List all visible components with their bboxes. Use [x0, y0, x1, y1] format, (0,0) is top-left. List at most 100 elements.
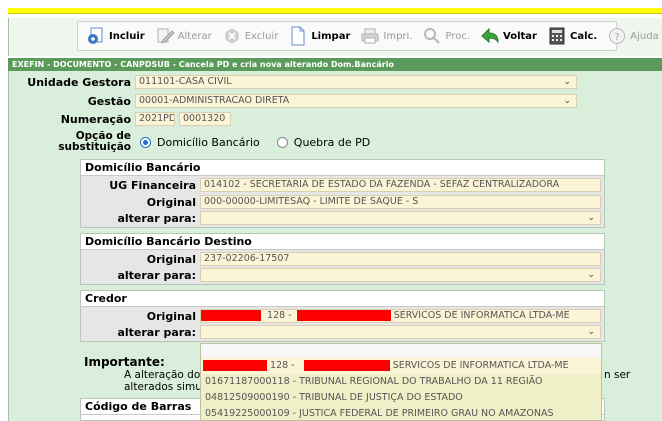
gestao-label: Gestão [87, 94, 131, 108]
unidade-gestora-row: Unidade Gestora 011101-CASA CIVIL ⌄ [10, 75, 577, 89]
destino-original-row: Original 237-02206-17507 [80, 252, 601, 266]
gestao-value: 00001-ADMINISTRACAO DIRETA [139, 95, 290, 106]
credor-alterar-select[interactable]: ⌄ [200, 325, 601, 339]
ajuda-button[interactable]: ? Ajuda [603, 24, 662, 48]
clear-icon [288, 26, 308, 46]
credor-original-label: Original [146, 309, 196, 323]
credor-original-field: 128 - SERVICOS DE INFORMATICA LTDA-ME [200, 309, 601, 323]
domicilio-title: Domicílio Bancário [81, 160, 604, 176]
credor-title: Credor [81, 291, 604, 307]
limpar-label: Limpar [311, 30, 351, 42]
top-banner [0, 0, 662, 18]
unidade-gestora-value: 011101-CASA CIVIL [139, 76, 232, 87]
opcao-row: Opção de substituição Domicílio Bancário… [10, 129, 370, 155]
app-window: Incluir Alterar Excluir Limpar Impri. Pr… [0, 0, 662, 421]
destino-title: Domicílio Bancário Destino [81, 234, 604, 250]
importante-line1-end: n ser [604, 369, 631, 381]
domicilio-alterar-label: alterar para: [117, 211, 196, 225]
importante-title: Importante: [84, 355, 165, 369]
importante-line2: alterados simu [124, 381, 202, 393]
dropdown-option[interactable]: 04812509000190 - TRIBUNAL DE JUSTIÇA DO … [201, 390, 601, 406]
dropdown-option-empty[interactable] [201, 344, 601, 358]
printer-icon [360, 26, 380, 46]
incluir-label: Incluir [109, 30, 145, 42]
numeracao-year-field[interactable]: 2021PD [135, 112, 175, 126]
domicilio-alterar-select[interactable]: ⌄ [200, 211, 601, 225]
help-icon: ? [607, 26, 627, 46]
voltar-button[interactable]: Voltar [476, 24, 541, 48]
redaction-block [296, 310, 391, 321]
edit-icon [155, 26, 175, 46]
destino-alterar-label: alterar para: [117, 268, 196, 282]
dropdown-option[interactable]: 05419225000109 - JUSTICA FEDERAL DE PRIM… [201, 406, 601, 420]
page-title: EXEFIN - DOCUMENTO - CANPDSUB - Cancela … [8, 58, 662, 71]
voltar-label: Voltar [503, 30, 537, 42]
opcao-label-line2: substituição [58, 141, 131, 153]
domicilio-alterar-row: alterar para: ⌄ [80, 211, 601, 225]
destino-original-label: Original [146, 252, 196, 266]
dropdown-option-mid: 128 - [270, 360, 295, 371]
redaction-block [203, 360, 267, 371]
chevron-down-icon: ⌄ [563, 77, 571, 87]
destino-original-field: 237-02206-17507 [200, 252, 601, 266]
domicilio-original-row: Original 000-00000-LIMITESAQ - LIMITE DE… [80, 195, 601, 209]
domicilio-original-field: 000-00000-LIMITESAQ - LIMITE DE SAQUE - … [200, 195, 601, 209]
excluir-label: Excluir [244, 30, 279, 42]
dropdown-option[interactable]: 01671187000118 - TRIBUNAL REGIONAL DO TR… [201, 374, 601, 390]
ug-financeira-label: UG Financeira [109, 178, 196, 192]
domicilio-radio[interactable] [140, 136, 151, 148]
credor-original-mid: 128 - [267, 310, 292, 321]
procurar-label: Proc. [445, 30, 471, 42]
chevron-down-icon: ⌄ [587, 327, 595, 337]
delete-icon [222, 26, 242, 46]
opcao-label: Opção de substituição [10, 131, 131, 153]
credor-original-row: Original 128 - SERVICOS DE INFORMATICA L… [80, 309, 601, 323]
chevron-down-icon: ⌄ [587, 213, 595, 223]
back-arrow-icon [480, 26, 500, 46]
credor-alterar-label: alterar para: [117, 325, 196, 339]
domicilio-original-label: Original [146, 195, 196, 209]
dropdown-option[interactable]: 128 - SERVICOS DE INFORMATICA LTDA-ME [201, 358, 601, 374]
credor-dropdown-list: 128 - SERVICOS DE INFORMATICA LTDA-ME 01… [200, 343, 602, 421]
imprimir-label: Impri. [383, 30, 413, 42]
credor-original-suffix: SERVICOS DE INFORMATICA LTDA-ME [393, 310, 570, 321]
destino-alterar-row: alterar para: ⌄ [80, 268, 601, 282]
alterar-label: Alterar [177, 30, 212, 42]
ajuda-label: Ajuda [630, 30, 659, 42]
unidade-gestora-select[interactable]: 011101-CASA CIVIL ⌄ [135, 75, 577, 89]
alterar-button[interactable]: Alterar [151, 24, 216, 48]
svg-text:?: ? [615, 32, 620, 43]
chevron-down-icon: ⌄ [587, 270, 595, 280]
chevron-down-icon: ⌄ [563, 96, 571, 106]
numeracao-row: Numeração 2021PD 0001320 [10, 112, 231, 126]
yellow-stripe [8, 8, 662, 14]
calc-label: Calc. [569, 30, 598, 42]
search-icon [422, 26, 442, 46]
ug-financeira-field: 014102 - SECRETARIA DE ESTADO DA FAZENDA… [200, 178, 601, 192]
destino-alterar-select[interactable]: ⌄ [200, 268, 601, 282]
add-document-icon [86, 26, 106, 46]
domicilio-radio-label[interactable]: Domicílio Bancário [157, 136, 260, 149]
redaction-block [201, 310, 261, 321]
calculator-icon [547, 26, 567, 46]
quebra-pd-radio[interactable] [276, 136, 288, 148]
toolbar: Incluir Alterar Excluir Limpar Impri. Pr… [77, 21, 659, 51]
credor-alterar-row: alterar para: ⌄ [80, 325, 601, 339]
calc-button[interactable]: Calc. [543, 24, 601, 48]
importante-line1: A alteração dos [124, 369, 206, 381]
excluir-button[interactable]: Excluir [218, 24, 283, 48]
gestao-select[interactable]: 00001-ADMINISTRACAO DIRETA ⌄ [135, 94, 577, 108]
numeracao-number-field[interactable]: 0001320 [179, 112, 231, 126]
incluir-button[interactable]: Incluir [82, 24, 149, 48]
procurar-button[interactable]: Proc. [418, 24, 474, 48]
quebra-pd-radio-label[interactable]: Quebra de PD [294, 136, 371, 149]
limpar-button[interactable]: Limpar [284, 24, 354, 48]
toolbar-area: Incluir Alterar Excluir Limpar Impri. Pr… [8, 18, 662, 56]
imprimir-button[interactable]: Impri. [356, 24, 416, 48]
redaction-block [303, 360, 390, 371]
unidade-gestora-label: Unidade Gestora [27, 75, 131, 89]
ug-financeira-row: UG Financeira 014102 - SECRETARIA DE EST… [80, 178, 601, 192]
numeracao-label: Numeração [60, 112, 131, 126]
dropdown-option-suffix: SERVICOS DE INFORMATICA LTDA-ME [392, 360, 569, 371]
gestao-row: Gestão 00001-ADMINISTRACAO DIRETA ⌄ [10, 94, 577, 108]
